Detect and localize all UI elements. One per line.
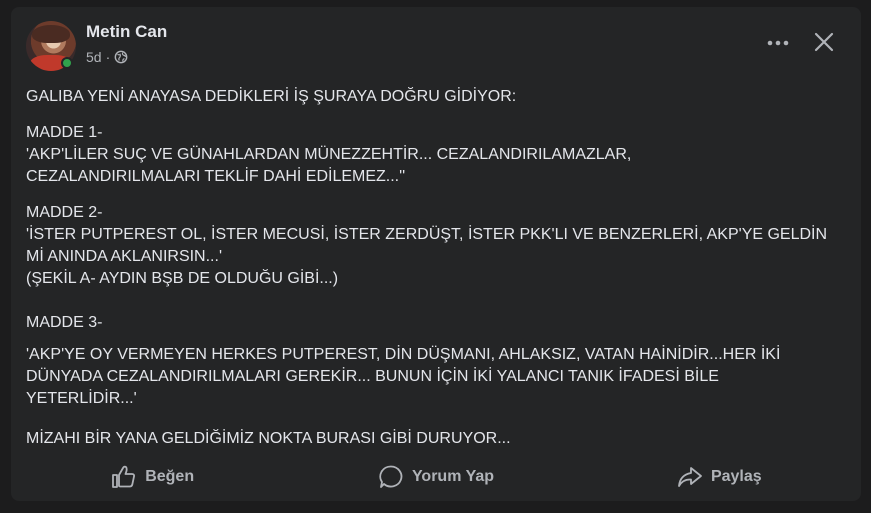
post-meta: 5d · [86, 49, 128, 65]
comment-label: Yorum Yap [411, 468, 495, 485]
more-icon[interactable] [763, 31, 793, 55]
globe-icon[interactable] [114, 50, 128, 64]
post-paragraph-madde-1: MADDE 1- 'AKP'LİLER SUÇ VE GÜNAHLARDAN M… [26, 124, 632, 185]
post-actions-bar: Beğen Yorum Yap Paylaş [11, 459, 861, 495]
share-button[interactable]: Paylaş [578, 459, 861, 495]
post-card: Metin Can 5d · GALIBA YENİ ANAYASA DEDİK… [11, 7, 861, 501]
share-label: Paylaş [710, 468, 762, 485]
online-status-dot [61, 57, 73, 69]
post-paragraph-madde-3-title: MADDE 3- [26, 314, 103, 331]
meta-separator: · [105, 49, 111, 65]
post-paragraph-conclusion: MİZAHI BİR YANA GELDİĞİMİZ NOKTA BURASI … [26, 430, 511, 447]
like-label: Beğen [145, 468, 195, 485]
comment-icon [378, 464, 404, 490]
like-button[interactable]: Beğen [11, 459, 294, 495]
avatar-hair [32, 25, 70, 43]
post-paragraph-madde-3: 'AKP'YE OY VERMEYEN HERKES PUTPEREST, Dİ… [26, 346, 781, 407]
post-time[interactable]: 5d [86, 49, 102, 65]
author-name[interactable]: Metin Can [86, 22, 167, 42]
thumbs-up-icon [111, 465, 137, 489]
close-icon[interactable] [809, 27, 839, 57]
share-icon [677, 465, 703, 489]
comment-button[interactable]: Yorum Yap [294, 459, 577, 495]
post-paragraph-intro: GALIBA YENİ ANAYASA DEDİKLERİ İŞ ŞURAYA … [26, 88, 517, 105]
post-paragraph-madde-2: MADDE 2- 'İSTER PUTPEREST OL, İSTER MECU… [26, 204, 828, 287]
